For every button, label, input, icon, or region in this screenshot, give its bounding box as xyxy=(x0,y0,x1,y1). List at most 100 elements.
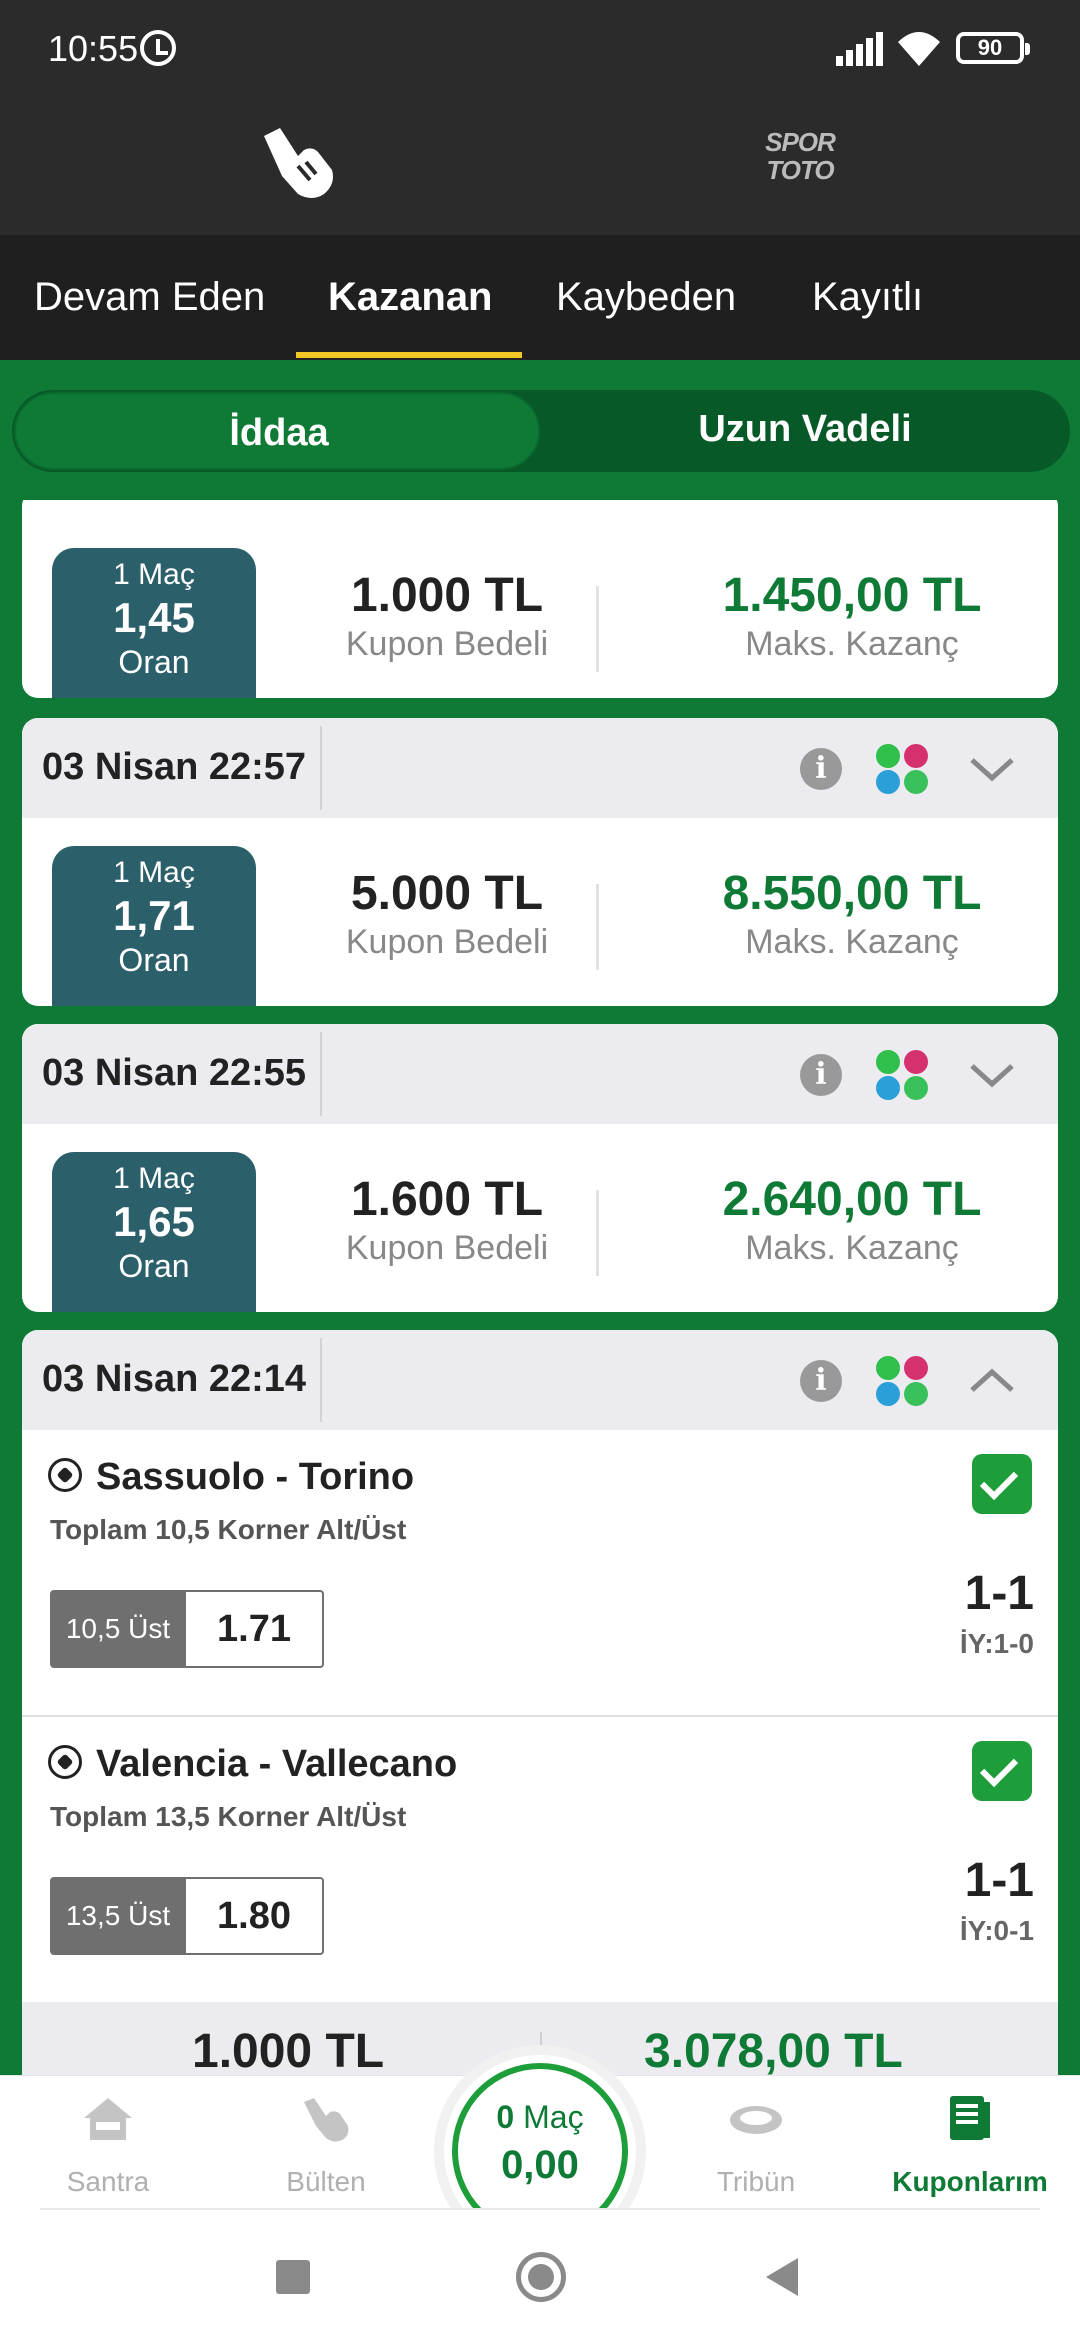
stake-value: 1.600 TL xyxy=(350,1173,544,1226)
system-navigation xyxy=(0,2210,1080,2340)
max-win-block: 1.450,00 TL Maks. Kazanç xyxy=(642,568,1058,664)
match-count: 1 Maç xyxy=(113,558,195,591)
chevron-down-icon[interactable] xyxy=(968,1050,1016,1098)
coupon-list[interactable]: 1 Maç 1,45 Oran 1.000 TL Kupon Bedeli 1.… xyxy=(0,500,1080,2075)
pick-label: 10,5 Üst xyxy=(50,1590,186,1668)
coupon-card[interactable]: 1 Maç 1,45 Oran 1.000 TL Kupon Bedeli 1.… xyxy=(22,500,1058,698)
max-win-block: 2.640,00 TL Maks. Kazanç xyxy=(642,1172,1058,1268)
home-icon xyxy=(80,2094,136,2144)
active-tab-indicator xyxy=(296,352,522,358)
wifi-icon xyxy=(896,28,944,68)
cart-count: 0 xyxy=(496,2099,515,2135)
segment-iddaa-label: İddaa xyxy=(229,412,329,454)
hand-icon xyxy=(298,2094,354,2144)
nav-label: Kuponlarım xyxy=(892,2166,1048,2197)
max-win-value: 2.640,00 TL xyxy=(722,1173,982,1226)
stake-label: Kupon Bedeli xyxy=(345,1229,549,1267)
cart-total: 0,00 xyxy=(501,2143,579,2187)
cart-count-label: Maç xyxy=(523,2099,584,2135)
coupon-card[interactable]: 03 Nisan 22:55 i 1 Maç 1,65 Oran 1.600 T… xyxy=(22,1024,1058,1312)
nav-label: Santra xyxy=(66,2166,150,2197)
share-icon[interactable] xyxy=(876,1050,930,1100)
max-win-label: Maks. Kazanç xyxy=(745,923,959,961)
tab-kayitli[interactable]: Kayıtlı xyxy=(812,275,923,320)
market-name: Toplam 13,5 Korner Alt/Üst xyxy=(50,1801,407,1832)
max-win-value: 8.550,00 TL xyxy=(722,867,982,920)
won-check-icon xyxy=(972,1741,1032,1801)
app-header: SPOR TOTO xyxy=(0,100,1080,235)
max-win-label: Maks. Kazanç xyxy=(745,625,959,663)
coupon-card-expanded[interactable]: 03 Nisan 22:14 i Sassuolo - Torino Topla… xyxy=(22,1330,1058,2075)
coupon-header[interactable]: 03 Nisan 22:57 i xyxy=(22,718,1058,818)
pick-odds: 1.71 xyxy=(186,1590,324,1668)
coupon-date: 03 Nisan 22:57 xyxy=(42,746,307,788)
nav-label: Bülten xyxy=(286,2166,366,2197)
pick-label: 13,5 Üst xyxy=(50,1877,186,1955)
total-odds: 1,65 xyxy=(113,1198,195,1245)
odds-box: 1 Maç 1,65 Oran xyxy=(52,1152,256,1312)
match-score: 1-1 xyxy=(964,1567,1034,1620)
match-row[interactable]: Valencia - Vallecano Toplam 13,5 Korner … xyxy=(22,1717,1058,2002)
chevron-down-icon[interactable] xyxy=(968,744,1016,792)
nav-bulten[interactable]: Bülten xyxy=(236,2076,416,2211)
nav-santra[interactable]: Santra xyxy=(18,2076,198,2211)
chevron-up-icon[interactable] xyxy=(968,1356,1016,1404)
odds-box: 1 Maç 1,71 Oran xyxy=(52,846,256,1006)
divider xyxy=(320,1032,322,1116)
match-teams: Valencia - Vallecano xyxy=(96,1743,458,1785)
stake-value: 5.000 TL xyxy=(350,867,544,920)
stake-label: Kupon Bedeli xyxy=(345,923,549,961)
odds-label: Oran xyxy=(118,1248,190,1284)
coupon-date: 03 Nisan 22:55 xyxy=(42,1052,307,1094)
stake-value: 1.000 TL xyxy=(350,569,544,622)
share-icon[interactable] xyxy=(876,1356,930,1406)
spor-toto-logo[interactable]: SPOR TOTO xyxy=(760,128,840,192)
status-bar: 10:55 90 xyxy=(0,0,1080,100)
max-win-value: 1.450,00 TL xyxy=(722,569,982,622)
nav-label: Tribün xyxy=(716,2166,796,2197)
nav-tribun[interactable]: Tribün xyxy=(666,2076,846,2211)
bet-type-segment: İddaa Uzun Vadeli xyxy=(12,390,1070,472)
coupon-header[interactable]: 03 Nisan 22:14 i xyxy=(22,1330,1058,1430)
divider xyxy=(596,884,599,970)
signal-icon xyxy=(836,32,884,66)
recents-button[interactable] xyxy=(276,2260,310,2294)
coupon-header[interactable]: 03 Nisan 22:55 i xyxy=(22,1024,1058,1124)
nav-kuponlarim[interactable]: Kuponlarım xyxy=(880,2076,1060,2211)
odds-label: Oran xyxy=(118,942,190,978)
stake-block: 5.000 TL Kupon Bedeli xyxy=(312,866,582,962)
tab-kazanan[interactable]: Kazanan xyxy=(328,275,493,320)
info-icon[interactable]: i xyxy=(800,1360,842,1402)
alarm-icon xyxy=(140,30,176,66)
info-icon[interactable]: i xyxy=(800,748,842,790)
stake-block: 1.000 TL Kupon Bedeli xyxy=(312,568,582,664)
match-score: 1-1 xyxy=(964,1854,1034,1907)
stake-label: Kupon Bedeli xyxy=(345,625,549,663)
total-odds: 1,45 xyxy=(113,594,195,641)
total-odds: 1,71 xyxy=(113,892,195,939)
match-row[interactable]: Sassuolo - Torino Toplam 10,5 Korner Alt… xyxy=(22,1430,1058,1715)
coupons-icon xyxy=(942,2094,998,2144)
match-teams: Sassuolo - Torino xyxy=(96,1456,415,1498)
odds-box: 1 Maç 1,45 Oran xyxy=(52,548,256,698)
segment-iddaa[interactable]: İddaa xyxy=(14,392,540,470)
back-button[interactable] xyxy=(766,2258,798,2296)
divider xyxy=(596,1190,599,1276)
won-check-icon xyxy=(972,1454,1032,1514)
pick-odds: 1.80 xyxy=(186,1877,324,1955)
tab-devam-eden[interactable]: Devam Eden xyxy=(34,275,265,320)
home-button[interactable] xyxy=(516,2252,566,2302)
iddaa-logo-icon[interactable] xyxy=(258,122,338,202)
coupon-status-tabs: Devam Eden Kazanan Kaybeden Kayıtlı xyxy=(0,235,1080,360)
info-icon[interactable]: i xyxy=(800,1054,842,1096)
odds-label: Oran xyxy=(118,644,190,680)
divider xyxy=(320,726,322,810)
status-time: 10:55 xyxy=(48,28,139,69)
share-icon[interactable] xyxy=(876,744,930,794)
match-count: 1 Maç xyxy=(113,1162,195,1195)
segment-uzun-vadeli[interactable]: Uzun Vadeli xyxy=(542,408,1068,451)
halftime-score: İY:0-1 xyxy=(959,1915,1034,1946)
stadium-icon xyxy=(728,2094,784,2144)
tab-kaybeden[interactable]: Kaybeden xyxy=(556,275,736,320)
coupon-card[interactable]: 03 Nisan 22:57 i 1 Maç 1,71 Oran 5.000 T… xyxy=(22,718,1058,1006)
